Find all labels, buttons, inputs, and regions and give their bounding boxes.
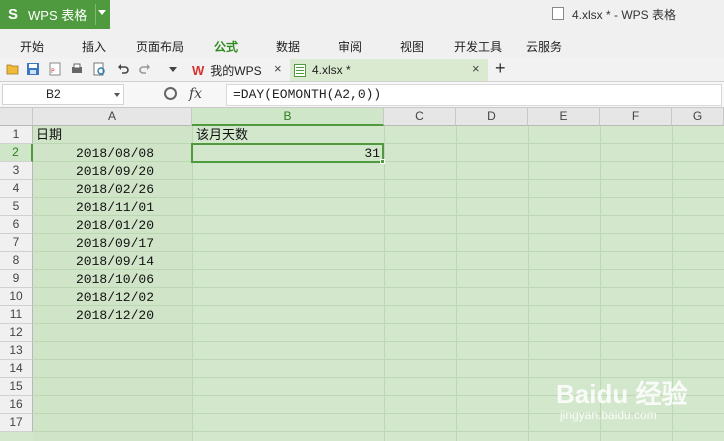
grid-line — [192, 126, 193, 441]
cell-a9[interactable]: 2018/10/06 — [36, 271, 154, 289]
cell-a2[interactable]: 2018/08/08 — [36, 145, 154, 163]
row-header-8[interactable]: 8 — [0, 252, 33, 270]
grid-line — [456, 126, 457, 441]
fill-handle[interactable] — [380, 159, 385, 164]
menu-data[interactable]: 数据 — [276, 38, 300, 55]
active-cell-selection — [191, 143, 384, 163]
close-icon[interactable]: × — [472, 61, 480, 76]
tab-4-xlsx[interactable]: 4.xlsx * × — [290, 59, 488, 81]
wps-logo-icon: W — [192, 62, 205, 78]
save-icon[interactable] — [26, 62, 40, 76]
watermark-logo: Baidu 经验 — [556, 379, 688, 409]
row-header-14[interactable]: 14 — [0, 360, 33, 378]
row-header-15[interactable]: 15 — [0, 378, 33, 396]
column-header-f[interactable]: F — [600, 108, 672, 126]
menu-page-layout[interactable]: 页面布局 — [136, 38, 184, 55]
column-header-g[interactable]: G — [672, 108, 724, 126]
pdf-export-icon[interactable]: P — [48, 62, 62, 76]
quick-toolbar: P W 我的WPS × 4.xlsx * × + — [0, 58, 724, 82]
tab-my-wps[interactable]: W 我的WPS × — [186, 59, 290, 81]
cell-a6[interactable]: 2018/01/20 — [36, 217, 154, 235]
svg-text:P: P — [51, 68, 55, 75]
row-header-4[interactable]: 4 — [0, 180, 33, 198]
app-name: WPS 表格 — [28, 8, 88, 23]
row-header-16[interactable]: 16 — [0, 396, 33, 414]
zoom-function-icon[interactable] — [164, 87, 177, 100]
print-preview-icon[interactable] — [92, 62, 106, 76]
cell-a1[interactable]: 日期 — [36, 126, 62, 144]
row-header-9[interactable]: 9 — [0, 270, 33, 288]
chevron-down-icon[interactable] — [114, 93, 120, 97]
open-folder-icon[interactable] — [6, 62, 20, 76]
name-box-value: B2 — [46, 87, 61, 101]
menu-formulas[interactable]: 公式 — [214, 38, 238, 55]
menu-home[interactable]: 开始 — [20, 38, 44, 55]
menu-cloud[interactable]: 云服务 — [526, 38, 562, 55]
menu-view[interactable]: 视图 — [400, 38, 424, 55]
row-header-11[interactable]: 11 — [0, 306, 33, 324]
grid-line — [33, 431, 724, 432]
row-header-6[interactable]: 6 — [0, 216, 33, 234]
row-header-5[interactable]: 5 — [0, 198, 33, 216]
grid-line — [33, 341, 724, 342]
cell-a5[interactable]: 2018/11/01 — [36, 199, 154, 217]
grid-line — [528, 126, 529, 441]
cell-a11[interactable]: 2018/12/20 — [36, 307, 154, 325]
grid-line — [33, 359, 724, 360]
grid-line — [384, 126, 385, 441]
column-header-e[interactable]: E — [528, 108, 600, 126]
formula-bar: B2 fx =DAY(EOMONTH(A2,0)) — [0, 82, 724, 108]
cell-b1[interactable]: 该月天数 — [196, 126, 248, 144]
row-header-10[interactable]: 10 — [0, 288, 33, 306]
formula-input[interactable]: =DAY(EOMONTH(A2,0)) — [226, 84, 722, 106]
row-header-12[interactable]: 12 — [0, 324, 33, 342]
cell-a3[interactable]: 2018/09/20 — [36, 163, 154, 181]
watermark-url: jingyan.baidu.com — [560, 408, 657, 422]
tab-label: 我的WPS — [210, 63, 262, 78]
spreadsheet-icon — [294, 63, 306, 77]
menu-bar: 开始 插入 页面布局 公式 数据 审阅 视图 开发工具 云服务 — [0, 30, 724, 58]
column-header-b[interactable]: B — [192, 108, 384, 126]
more-dropdown-icon[interactable] — [166, 62, 180, 76]
print-icon[interactable] — [70, 62, 84, 76]
spreadsheet-grid[interactable]: A B C D E F G 1 2 3 4 5 6 7 8 9 10 11 12… — [0, 108, 724, 441]
row-header-17[interactable]: 17 — [0, 414, 33, 432]
title-bar: S WPS 表格 4.xlsx * - WPS 表格 — [0, 0, 724, 30]
cell-a8[interactable]: 2018/09/14 — [36, 253, 154, 271]
window-title: 4.xlsx * - WPS 表格 — [572, 8, 677, 22]
cell-a4[interactable]: 2018/02/26 — [36, 181, 154, 199]
tab-label: 4.xlsx * — [312, 63, 351, 77]
name-box[interactable]: B2 — [2, 84, 124, 105]
column-header-d[interactable]: D — [456, 108, 528, 126]
select-all-corner[interactable] — [0, 108, 33, 126]
divider — [95, 4, 96, 25]
wps-logo-icon: S — [8, 5, 19, 23]
insert-function-button[interactable]: fx — [189, 86, 202, 102]
menu-review[interactable]: 审阅 — [338, 38, 362, 55]
row-header-7[interactable]: 7 — [0, 234, 33, 252]
row-header-3[interactable]: 3 — [0, 162, 33, 180]
menu-insert[interactable]: 插入 — [82, 38, 106, 55]
row-header-13[interactable]: 13 — [0, 342, 33, 360]
new-tab-button[interactable]: + — [495, 58, 506, 79]
cell-a7[interactable]: 2018/09/17 — [36, 235, 154, 253]
cell-a10[interactable]: 2018/12/02 — [36, 289, 154, 307]
menu-developer[interactable]: 开发工具 — [454, 38, 502, 55]
close-icon[interactable]: × — [274, 61, 282, 76]
column-header-c[interactable]: C — [384, 108, 456, 126]
undo-icon[interactable] — [116, 62, 130, 76]
app-menu-button[interactable]: S WPS 表格 — [0, 0, 110, 29]
row-header-1[interactable]: 1 — [0, 126, 33, 144]
chevron-down-icon[interactable] — [98, 10, 106, 15]
redo-icon[interactable] — [138, 62, 152, 76]
column-header-a[interactable]: A — [33, 108, 192, 126]
row-header-2[interactable]: 2 — [0, 144, 33, 162]
